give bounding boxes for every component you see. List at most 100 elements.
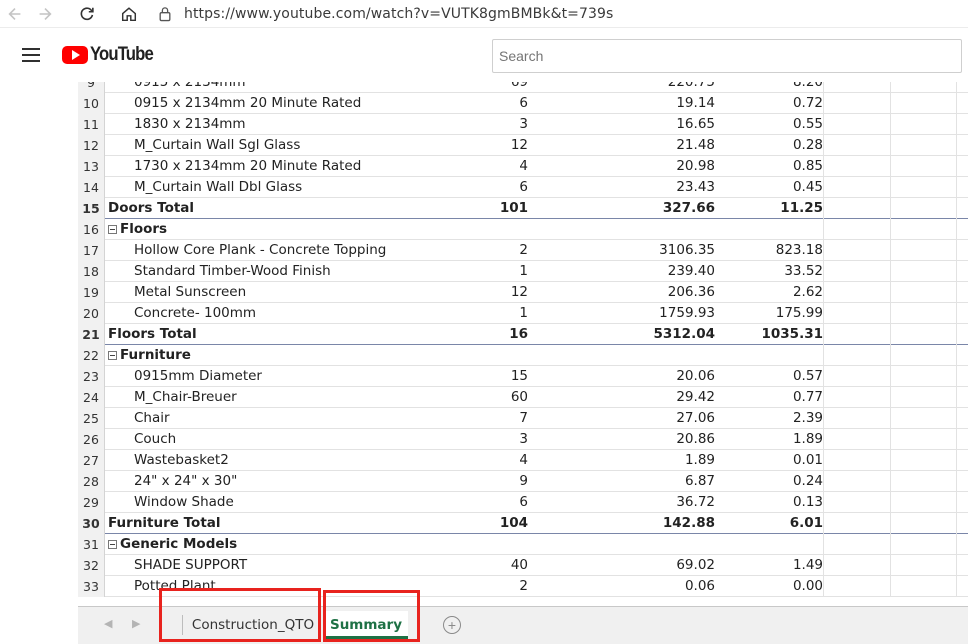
- row-number[interactable]: 15: [78, 198, 105, 219]
- cell-count[interactable]: 60: [478, 387, 528, 408]
- cell-value-a[interactable]: 1.89: [638, 450, 715, 471]
- row-number[interactable]: 32: [78, 555, 105, 576]
- cell-value-a[interactable]: 19.14: [638, 93, 715, 114]
- lock-icon[interactable]: [158, 5, 174, 23]
- cell-count[interactable]: 15: [478, 366, 528, 387]
- table-row[interactable]: 17 Hollow Core Plank - Concrete Topping 2 3…: [78, 240, 968, 261]
- cell-count[interactable]: 3: [478, 114, 528, 135]
- cell-label[interactable]: Concrete- 100mm: [134, 303, 256, 324]
- cell-count[interactable]: 6: [478, 492, 528, 513]
- table-row[interactable]: 20 Concrete- 100mm 1 1759.93 175.99: [78, 303, 968, 324]
- cell-value-a[interactable]: [638, 345, 715, 366]
- cell-count[interactable]: 7: [478, 408, 528, 429]
- cell-value-a[interactable]: 6.87: [638, 471, 715, 492]
- cell-value-a[interactable]: 20.06: [638, 366, 715, 387]
- cell-value-b[interactable]: 11.25: [738, 198, 823, 219]
- cell-label[interactable]: 0915 x 2134mm: [134, 82, 246, 93]
- cell-label[interactable]: Chair: [134, 408, 170, 429]
- cell-count[interactable]: 101: [478, 198, 528, 219]
- cell-value-b[interactable]: 0.01: [738, 450, 823, 471]
- row-number[interactable]: 16: [78, 219, 105, 240]
- cell-value-a[interactable]: 1759.93: [638, 303, 715, 324]
- table-row[interactable]: 24 M_Chair-Breuer 60 29.42 0.77: [78, 387, 968, 408]
- row-number[interactable]: 29: [78, 492, 105, 513]
- row-number[interactable]: 13: [78, 156, 105, 177]
- cell-label[interactable]: Wastebasket2: [134, 450, 229, 471]
- back-button[interactable]: [0, 0, 30, 27]
- cell-count[interactable]: 4: [478, 156, 528, 177]
- cell-label[interactable]: 0915 x 2134mm 20 Minute Rated: [134, 93, 361, 114]
- cell-label[interactable]: M_Curtain Wall Dbl Glass: [134, 177, 302, 198]
- row-number[interactable]: 30: [78, 513, 105, 534]
- cell-value-b[interactable]: 0.85: [738, 156, 823, 177]
- cell-value-b[interactable]: 0.72: [738, 93, 823, 114]
- table-total-row[interactable]: 21 Floors Total 16 5312.04 1035.31: [78, 324, 968, 345]
- row-number[interactable]: 19: [78, 282, 105, 303]
- cell-value-b[interactable]: 175.99: [738, 303, 823, 324]
- table-row[interactable]: 28 24" x 24" x 30" 9 6.87 0.24: [78, 471, 968, 492]
- cell-value-b[interactable]: 0.28: [738, 135, 823, 156]
- row-number[interactable]: 20: [78, 303, 105, 324]
- cell-value-a[interactable]: [638, 534, 715, 555]
- menu-icon[interactable]: [22, 48, 40, 62]
- cell-count[interactable]: 40: [478, 555, 528, 576]
- cell-value-a[interactable]: 69.02: [638, 555, 715, 576]
- cell-label[interactable]: Window Shade: [134, 492, 234, 513]
- cell-label[interactable]: M_Curtain Wall Sgl Glass: [134, 135, 300, 156]
- cell-count[interactable]: 16: [478, 324, 528, 345]
- cell-count[interactable]: 4: [478, 450, 528, 471]
- cell-label[interactable]: 1830 x 2134mm: [134, 114, 246, 135]
- cell-value-b[interactable]: 1.89: [738, 429, 823, 450]
- cell-label[interactable]: 0915mm Diameter: [134, 366, 262, 387]
- cell-value-b[interactable]: 1.49: [738, 555, 823, 576]
- cell-value-b[interactable]: [738, 534, 823, 555]
- cell-count[interactable]: 12: [478, 282, 528, 303]
- cell-value-a[interactable]: 27.06: [638, 408, 715, 429]
- table-row[interactable]: 11 1830 x 2134mm 3 16.65 0.55: [78, 114, 968, 135]
- table-row[interactable]: 25 Chair 7 27.06 2.39: [78, 408, 968, 429]
- row-number[interactable]: 23: [78, 366, 105, 387]
- cell-value-a[interactable]: 16.65: [638, 114, 715, 135]
- cell-count[interactable]: 69: [478, 82, 528, 93]
- table-row[interactable]: 9 0915 x 2134mm 69 220.75 8.20: [78, 82, 968, 93]
- table-row[interactable]: 10 0915 x 2134mm 20 Minute Rated 6 19.14 0.7…: [78, 93, 968, 114]
- cell-count[interactable]: 12: [478, 135, 528, 156]
- cell-value-b[interactable]: 823.18: [738, 240, 823, 261]
- cell-label[interactable]: Couch: [134, 429, 176, 450]
- cell-value-b[interactable]: [738, 219, 823, 240]
- cell-value-a[interactable]: 220.75: [638, 82, 715, 93]
- cell-value-b[interactable]: 0.13: [738, 492, 823, 513]
- cell-count[interactable]: 3: [478, 429, 528, 450]
- cell-value-b[interactable]: 0.55: [738, 114, 823, 135]
- cell-label[interactable]: Standard Timber-Wood Finish: [134, 261, 331, 282]
- cell-value-b[interactable]: 2.39: [738, 408, 823, 429]
- collapse-icon[interactable]: [108, 539, 117, 549]
- row-number[interactable]: 12: [78, 135, 105, 156]
- cell-count[interactable]: 1: [478, 303, 528, 324]
- table-row[interactable]: 12 M_Curtain Wall Sgl Glass 12 21.48 0.28: [78, 135, 968, 156]
- cell-count[interactable]: 2: [478, 240, 528, 261]
- cell-value-b[interactable]: 8.20: [738, 82, 823, 93]
- collapse-icon[interactable]: [108, 224, 117, 234]
- row-number[interactable]: 26: [78, 429, 105, 450]
- cell-value-b[interactable]: 0.24: [738, 471, 823, 492]
- table-row[interactable]: 27 Wastebasket2 4 1.89 0.01: [78, 450, 968, 471]
- home-button[interactable]: [114, 0, 144, 27]
- cell-value-a[interactable]: 142.88: [638, 513, 715, 534]
- reload-button[interactable]: [72, 0, 102, 27]
- cell-value-a[interactable]: 0.06: [638, 576, 715, 597]
- table-group-row[interactable]: 22 Furniture: [78, 345, 968, 366]
- cell-value-a[interactable]: 23.43: [638, 177, 715, 198]
- row-number[interactable]: 21: [78, 324, 105, 345]
- cell-label[interactable]: 24" x 24" x 30": [134, 471, 237, 492]
- table-group-row[interactable]: 16 Floors: [78, 219, 968, 240]
- cell-count[interactable]: 2: [478, 576, 528, 597]
- video-player[interactable]: 9 0915 x 2134mm 69 220.75 8.20 10 0915 x 2134m…: [0, 82, 968, 644]
- table-row[interactable]: 26 Couch 3 20.86 1.89: [78, 429, 968, 450]
- cell-label[interactable]: Furniture: [108, 345, 191, 366]
- cell-value-b[interactable]: 0.45: [738, 177, 823, 198]
- cell-label[interactable]: Floors Total: [108, 324, 197, 345]
- cell-label[interactable]: Floors: [108, 219, 167, 240]
- cell-count[interactable]: 6: [478, 93, 528, 114]
- cell-count[interactable]: [478, 345, 528, 366]
